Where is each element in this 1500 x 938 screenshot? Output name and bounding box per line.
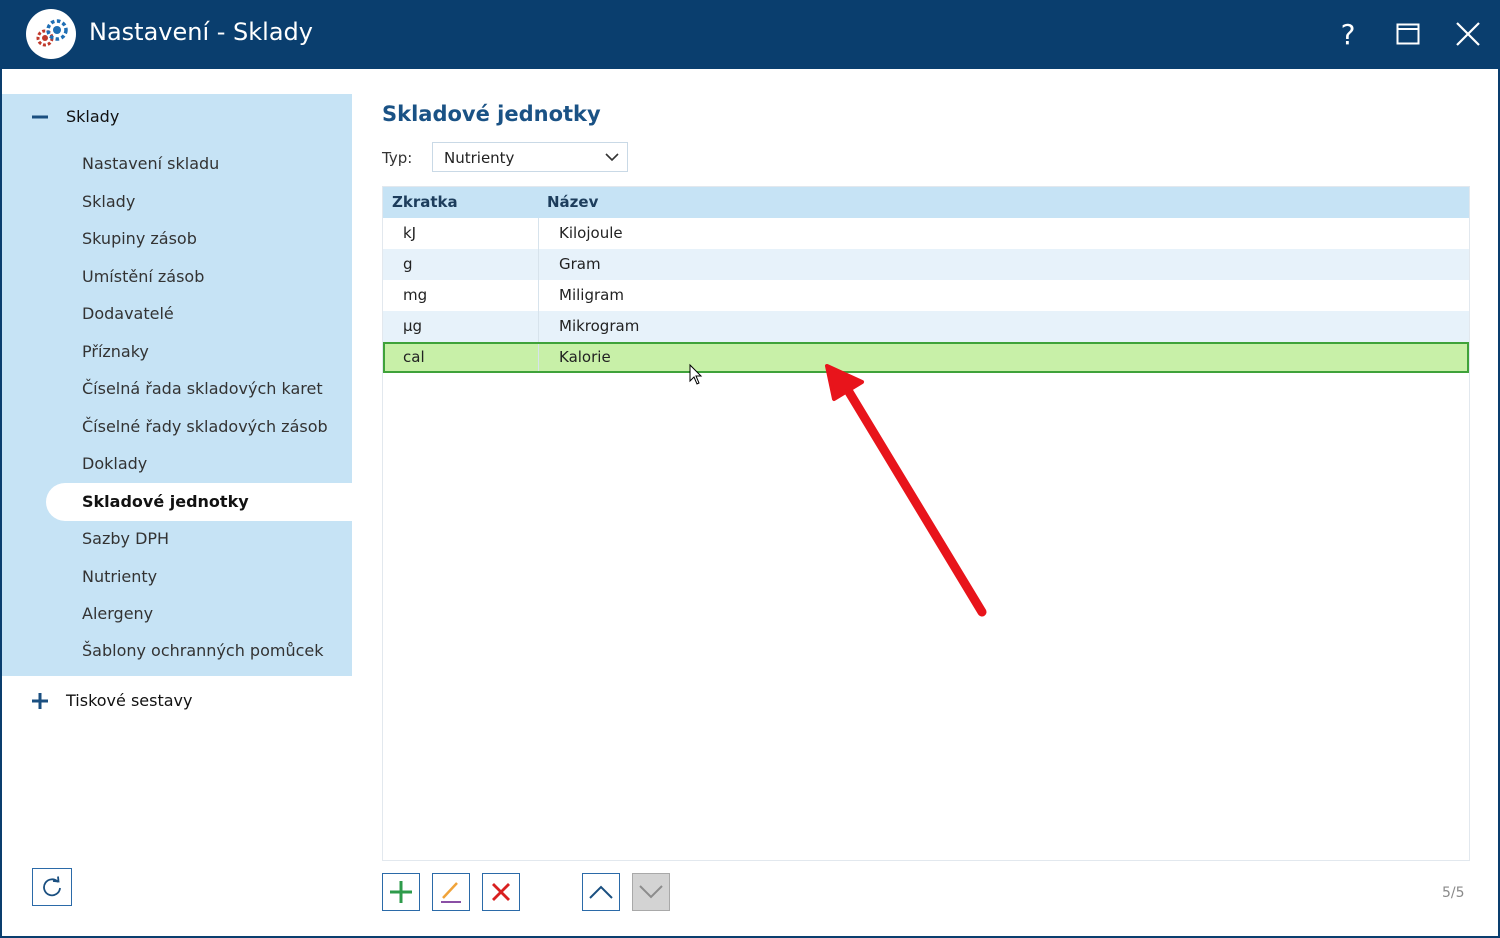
maximize-icon [1396,23,1420,45]
maximize-button[interactable] [1388,14,1428,54]
window-frame [0,69,1500,938]
window-title: Nastavení - Sklady [89,18,313,46]
close-button[interactable] [1448,14,1488,54]
close-icon [1456,22,1480,46]
help-button[interactable]: ? [1328,14,1368,54]
settings-gears-icon [26,9,76,59]
title-bar: Nastavení - Sklady ? [0,0,1500,69]
help-icon: ? [1340,17,1356,51]
